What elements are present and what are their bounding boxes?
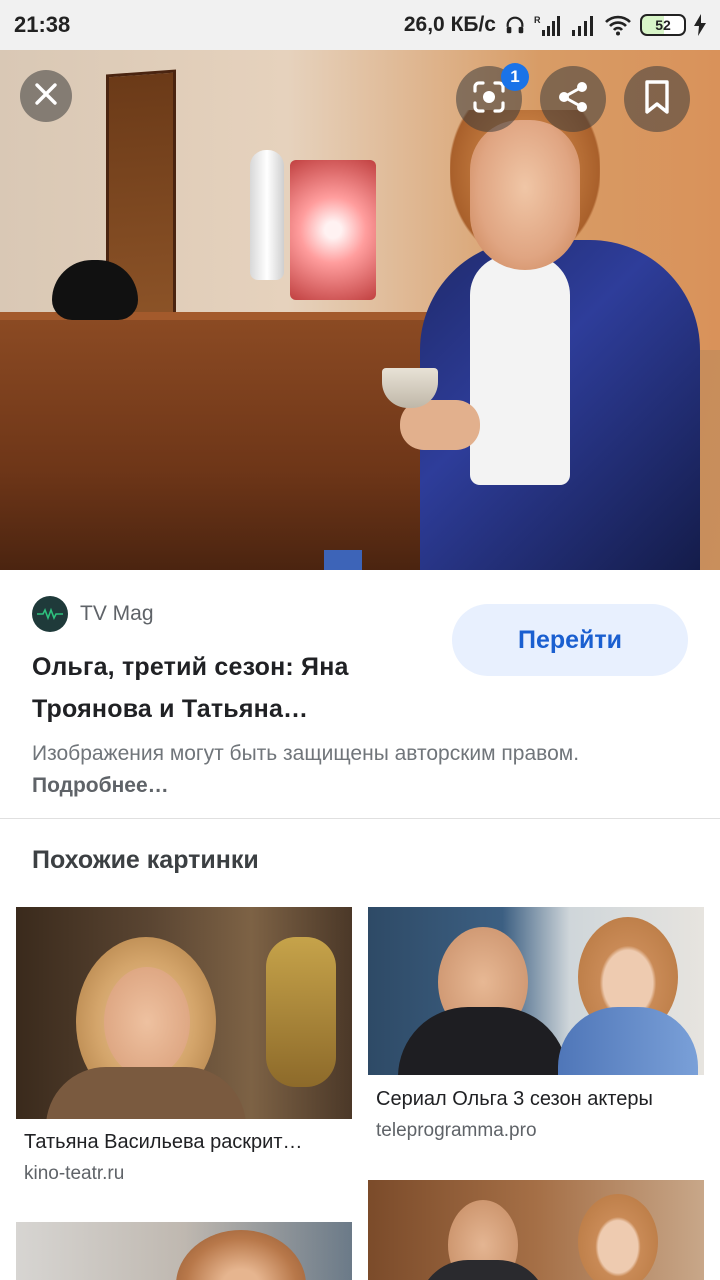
source-name: TV Mag <box>80 602 154 625</box>
visit-button[interactable]: Перейти <box>452 604 688 676</box>
similar-image-2[interactable] <box>368 907 704 1075</box>
bookmark-icon <box>642 79 672 120</box>
share-icon <box>555 79 591 120</box>
wifi-icon <box>604 14 632 36</box>
share-button[interactable] <box>540 66 606 132</box>
similar-images-heading: Похожие картинки <box>32 846 259 874</box>
signal-icon <box>570 14 596 36</box>
similar-image-4[interactable] <box>368 1180 704 1280</box>
similar-image-3[interactable] <box>16 1222 352 1280</box>
signal-roaming-icon: R <box>534 14 562 36</box>
status-indicators: 26,0 КБ/с R 52 <box>404 13 706 37</box>
source-row[interactable]: TV Mag <box>32 596 154 632</box>
close-icon <box>33 81 59 112</box>
status-time: 21:38 <box>14 12 71 37</box>
charging-icon <box>694 14 706 36</box>
battery-icon: 52 <box>640 14 686 36</box>
similar-image-2-source: teleprogramma.pro <box>376 1120 537 1141</box>
main-image[interactable] <box>0 50 720 570</box>
svg-text:R: R <box>534 15 541 25</box>
copyright-notice: Изображения могут быть защищены авторски… <box>32 738 692 802</box>
similar-image-1-title[interactable]: Татьяна Васильева раскрит… <box>24 1131 344 1154</box>
divider <box>0 818 720 819</box>
more-link[interactable]: Подробнее… <box>32 774 169 797</box>
tvmag-logo-icon <box>32 596 68 632</box>
similar-image-1-source: kino-teatr.ru <box>24 1163 125 1184</box>
bookmark-button[interactable] <box>624 66 690 132</box>
lens-icon <box>471 79 507 120</box>
lens-badge: 1 <box>501 63 529 91</box>
similar-image-1[interactable] <box>16 907 352 1119</box>
similar-image-2-title[interactable]: Сериал Ольга 3 сезон актеры <box>376 1088 698 1111</box>
headphones-icon <box>504 14 526 36</box>
close-button[interactable] <box>20 70 72 122</box>
result-title[interactable]: Ольга, третий сезон: Яна Троянова и Тать… <box>32 646 432 730</box>
status-bar: 21:38 26,0 КБ/с R 52 <box>0 0 720 50</box>
network-speed: 26,0 КБ/с <box>403 13 496 36</box>
copyright-text: Изображения могут быть защищены авторски… <box>32 742 580 765</box>
